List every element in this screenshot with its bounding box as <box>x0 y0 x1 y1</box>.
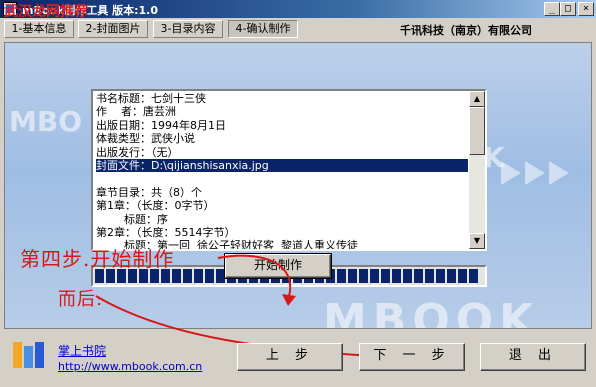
progress-block <box>194 269 203 283</box>
info-line: 章节目录：共（8）个 <box>96 185 202 199</box>
start-build-button[interactable]: 开始制作 <box>224 253 332 279</box>
brand-link[interactable]: 掌上书院 <box>58 342 106 359</box>
progress-block <box>359 269 368 283</box>
info-line: 标题：序 <box>96 212 168 226</box>
progress-block <box>205 269 214 283</box>
progress-block <box>458 269 467 283</box>
info-line: 第1章：（长度：0字节） <box>96 199 215 213</box>
minimize-button[interactable]: _ <box>544 2 560 16</box>
progress-block <box>392 269 401 283</box>
info-line: 作 者：唐芸洲 <box>96 105 176 119</box>
progress-block <box>183 269 192 283</box>
company-name: 千讯科技（南京）有限公司 <box>400 24 532 37</box>
book-info-lines: 书名标题：七剑十三侠作 者：唐芸洲 出版日期：1994年8月1日 体裁类型：武侠小说… <box>96 92 468 249</box>
vertical-scrollbar[interactable]: ▲ ▼ <box>469 91 485 249</box>
tab-cover-image[interactable]: 2-封面图片 <box>78 20 148 38</box>
mbook-logo-icon <box>13 342 44 368</box>
info-line: 出版日期：1994年8月1日 <box>96 118 226 132</box>
progress-block <box>370 269 379 283</box>
progress-block <box>403 269 412 283</box>
exit-button[interactable]: 退 出 <box>480 343 586 371</box>
tab-toc-content[interactable]: 3-目录内容 <box>153 20 223 38</box>
tab-strip: 1-基本信息 2-封面图片 3-目录内容 4-确认制作 千讯科技（南京）有限公司 <box>0 18 596 40</box>
background-logo-left: MBO <box>9 105 83 138</box>
maximize-button[interactable]: □ <box>560 2 576 16</box>
progress-block <box>447 269 456 283</box>
next-step-button[interactable]: 下 一 步 <box>359 343 465 371</box>
info-line: 体裁类型：武侠小说 <box>96 132 195 146</box>
progress-block <box>469 269 478 283</box>
progress-block <box>414 269 423 283</box>
progress-block <box>216 269 225 283</box>
scroll-down-icon[interactable]: ▼ <box>469 233 485 249</box>
annotation-step-four: 第四步.开始制作 <box>20 247 175 271</box>
progress-block <box>381 269 390 283</box>
scroll-up-icon[interactable]: ▲ <box>469 91 485 107</box>
book-info-textbox[interactable]: 书名标题：七剑十三侠作 者：唐芸洲 出版日期：1994年8月1日 体裁类型：武侠小说… <box>91 89 487 251</box>
watermark-text: 武汉龙网推荐 <box>4 4 88 20</box>
scroll-thumb[interactable] <box>469 107 485 155</box>
close-button[interactable]: × <box>578 2 594 16</box>
progress-block <box>348 269 357 283</box>
tab-basic-info[interactable]: 1-基本信息 <box>4 20 74 38</box>
progress-block <box>425 269 434 283</box>
prev-step-button[interactable]: 上 步 <box>237 343 343 371</box>
info-line: 封面文件：D:\qijianshisanxia.jpg <box>96 158 468 173</box>
website-link[interactable]: http://www.mbook.com.cn <box>58 360 202 373</box>
title-bar: mBook制作工具 版本:1.0 _ □ × <box>0 0 596 18</box>
progress-block <box>436 269 445 283</box>
info-line: 第2章：（长度：5514字节） <box>96 225 236 239</box>
info-line <box>96 172 468 185</box>
info-line: 书名标题：七剑十三侠 <box>96 92 206 105</box>
tab-confirm-build[interactable]: 4-确认制作 <box>228 20 298 38</box>
info-line: 出版发行：（无） <box>96 145 179 159</box>
background-logo-bottom: MBOOK <box>323 295 540 329</box>
annotation-then: 而后: <box>58 289 104 310</box>
background-arrows-icon <box>501 161 569 185</box>
progress-block <box>337 269 346 283</box>
